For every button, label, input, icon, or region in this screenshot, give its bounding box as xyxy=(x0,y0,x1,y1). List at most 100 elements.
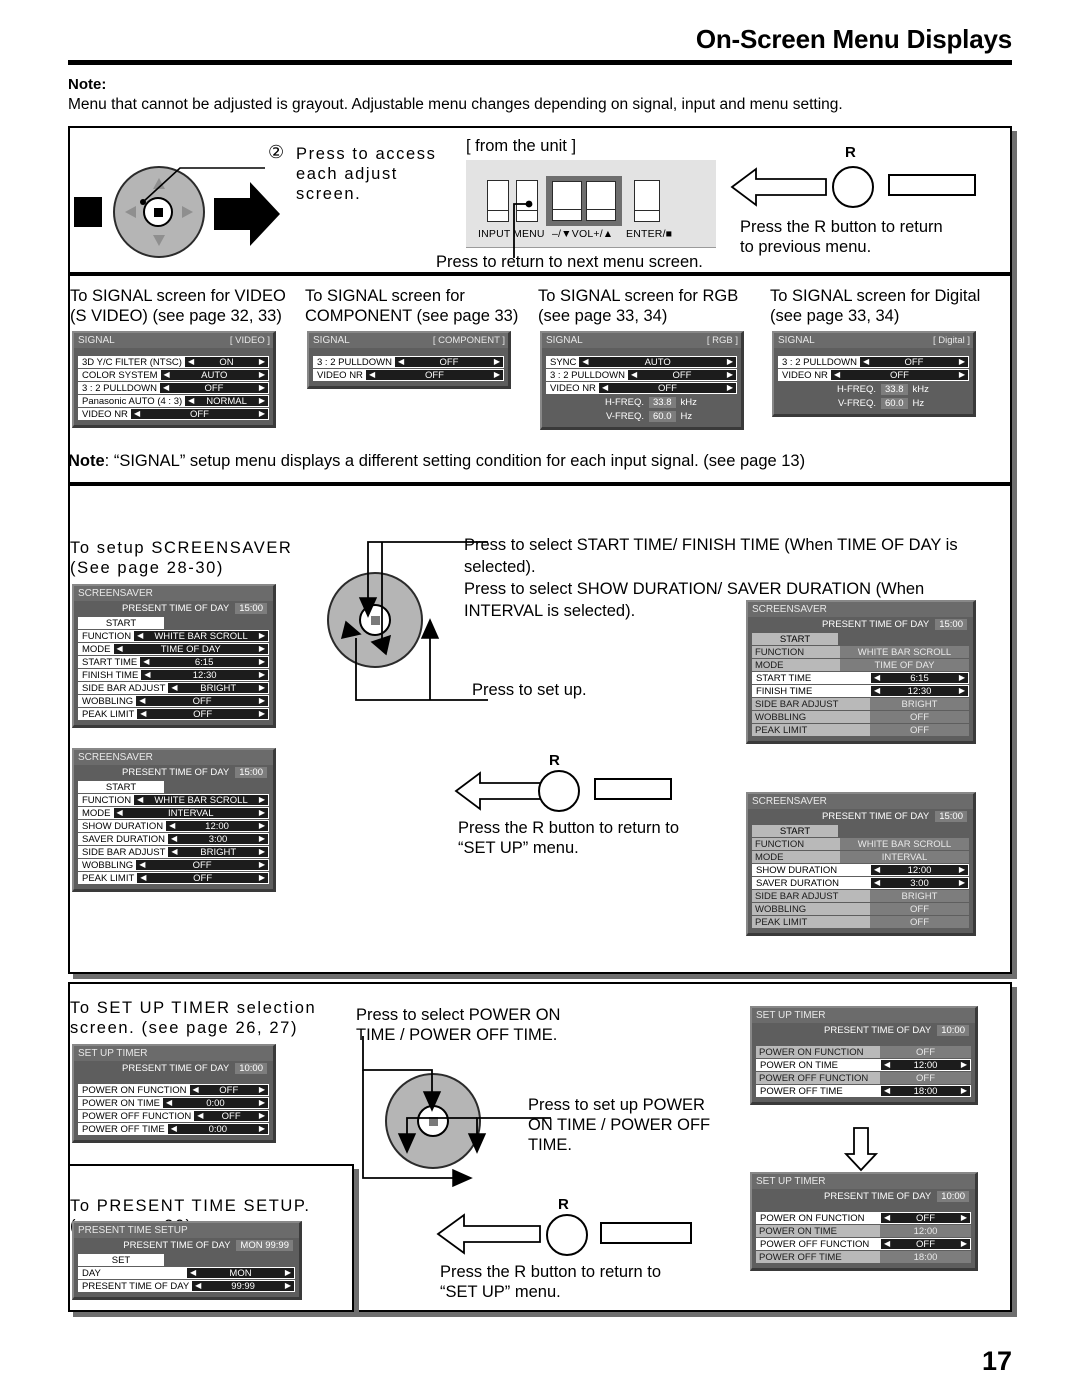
osd-row-value[interactable]: ◀ ON ▶ xyxy=(184,357,268,368)
osd-row[interactable]: POWER OFF FUNCTION◀OFF▶ xyxy=(78,1110,269,1122)
osd-row[interactable]: PEAK LIMIT◀OFF▶ xyxy=(752,724,969,736)
right-arrow-icon[interactable]: ▶ xyxy=(959,371,965,379)
osd-row[interactable]: MODE◀INTERVAL▶ xyxy=(78,807,269,819)
osd-row[interactable]: SIDE BAR ADJUST◀BRIGHT▶ xyxy=(752,890,969,902)
osd-row-value[interactable]: ◀OFF▶ xyxy=(137,873,268,884)
right-arrow-icon[interactable]: ▶ xyxy=(259,658,265,666)
osd-row-value[interactable]: ◀OFF▶ xyxy=(136,696,268,707)
right-arrow-icon[interactable]: ▶ xyxy=(961,1061,967,1069)
right-arrow-icon[interactable]: ▶ xyxy=(259,835,265,843)
osd-row[interactable]: POWER OFF TIME ◀ 0:00 ▶ xyxy=(78,1123,269,1135)
start-button[interactable]: START xyxy=(78,617,164,629)
osd-row[interactable]: POWER ON TIME◀12:00▶ xyxy=(756,1225,971,1237)
right-arrow-icon[interactable]: ▶ xyxy=(494,371,500,379)
osd-start-row[interactable]: START xyxy=(78,617,269,629)
osd-row-value[interactable]: ◀ 12:30 ▶ xyxy=(141,670,268,681)
osd-start-row[interactable]: START xyxy=(78,781,269,793)
osd-row[interactable]: VIDEO NR ◀ OFF ▶ xyxy=(546,382,737,394)
right-arrow-icon[interactable]: ▶ xyxy=(259,861,265,869)
osd-row[interactable]: PEAK LIMIT◀OFF▶ xyxy=(78,708,269,720)
osd-row[interactable]: POWER ON FUNCTION◀OFF▶ xyxy=(756,1212,971,1224)
osd-row[interactable]: VIDEO NR ◀ OFF ▶ xyxy=(778,369,969,381)
osd-row[interactable]: WOBBLING◀OFF▶ xyxy=(78,695,269,707)
osd-row[interactable]: 3 : 2 PULLDOWN ◀ OFF ▶ xyxy=(546,369,737,381)
osd-row[interactable]: SHOW DURATION ◀ 12:00 ▶ xyxy=(752,864,969,876)
osd-row-value[interactable]: ◀18:00▶ xyxy=(880,1251,971,1263)
right-arrow-icon[interactable]: ▶ xyxy=(259,371,265,379)
right-arrow-icon[interactable]: ▶ xyxy=(259,697,265,705)
r-button-top[interactable] xyxy=(832,166,874,208)
right-arrow-icon[interactable]: ▶ xyxy=(259,1086,265,1094)
right-arrow-icon[interactable]: ▶ xyxy=(259,384,265,392)
right-arrow-icon[interactable]: ▶ xyxy=(959,358,965,366)
osd-row[interactable]: MODE◀TIME OF DAY▶ xyxy=(752,659,969,671)
osd-row-value[interactable]: ◀OFF▶ xyxy=(880,1046,971,1058)
r-button-timer[interactable] xyxy=(546,1214,588,1256)
osd-row-value[interactable]: ◀OFF▶ xyxy=(881,1239,970,1250)
osd-row[interactable]: 3 : 2 PULLDOWN ◀ OFF ▶ xyxy=(778,356,969,368)
osd-row[interactable]: 3 : 2 PULLDOWN ◀ OFF ▶ xyxy=(78,382,269,394)
osd-row-value[interactable]: ◀OFF▶ xyxy=(870,916,969,928)
osd-row[interactable]: FUNCTION◀WHITE BAR SCROLL▶ xyxy=(752,646,969,658)
osd-row[interactable]: POWER OFF FUNCTION◀OFF▶ xyxy=(756,1072,971,1084)
osd-row[interactable]: WOBBLING◀OFF▶ xyxy=(752,711,969,723)
osd-row[interactable]: VIDEO NR ◀ OFF ▶ xyxy=(78,408,269,420)
osd-row-value[interactable]: ◀OFF▶ xyxy=(870,903,969,915)
right-arrow-icon[interactable]: ▶ xyxy=(961,1214,967,1222)
volume-up-button[interactable] xyxy=(586,181,616,221)
osd-row-value[interactable]: ◀OFF▶ xyxy=(159,383,268,394)
osd-row-value[interactable]: ◀OFF▶ xyxy=(194,1111,268,1122)
osd-row[interactable]: POWER ON FUNCTION◀OFF▶ xyxy=(78,1084,269,1096)
osd-row-value[interactable]: ◀OFF▶ xyxy=(189,1085,268,1096)
osd-row[interactable]: DAY ◀ MON ▶ xyxy=(78,1267,295,1279)
osd-row-value[interactable]: ◀ 6:15 ▶ xyxy=(871,673,968,684)
right-arrow-icon[interactable]: ▶ xyxy=(259,1125,265,1133)
osd-row[interactable]: FINISH TIME ◀ 12:30 ▶ xyxy=(752,685,969,697)
right-arrow-icon[interactable]: ▶ xyxy=(259,874,265,882)
osd-row[interactable]: PRESENT TIME OF DAY ◀ 99:99 ▶ xyxy=(78,1280,295,1292)
osd-row-value[interactable]: ◀ 0:00 ▶ xyxy=(162,1098,268,1109)
osd-row-value[interactable]: ◀OFF▶ xyxy=(881,1213,970,1224)
osd-row[interactable]: 3 : 2 PULLDOWN ◀ OFF ▶ xyxy=(313,356,504,368)
osd-row-value[interactable]: ◀BRIGHT▶ xyxy=(168,683,268,694)
osd-row-value[interactable]: ◀WHITE BAR SCROLL▶ xyxy=(840,838,969,850)
r-button-screensaver[interactable] xyxy=(538,770,580,812)
right-arrow-icon[interactable]: ▶ xyxy=(727,358,733,366)
osd-row[interactable]: FINISH TIME ◀ 12:30 ▶ xyxy=(78,669,269,681)
osd-row-value[interactable]: ◀WHITE BAR SCROLL▶ xyxy=(840,646,969,658)
right-arrow-icon[interactable]: ▶ xyxy=(259,410,265,418)
osd-row-value[interactable]: ◀OFF▶ xyxy=(137,709,268,720)
osd-row-value[interactable]: ◀OFF▶ xyxy=(830,370,968,381)
osd-row-value[interactable]: ◀ 6:15 ▶ xyxy=(140,657,268,668)
osd-row[interactable]: MODE◀TIME OF DAY▶ xyxy=(78,643,269,655)
osd-row-value[interactable]: ◀INTERVAL▶ xyxy=(840,851,969,863)
right-arrow-icon[interactable]: ▶ xyxy=(285,1269,291,1277)
set-button[interactable]: SET xyxy=(78,1254,164,1266)
osd-row-value[interactable]: ◀WHITE BAR SCROLL▶ xyxy=(134,631,268,642)
osd-row[interactable]: PEAK LIMIT◀OFF▶ xyxy=(752,916,969,928)
osd-row[interactable]: WOBBLING◀OFF▶ xyxy=(78,859,269,871)
start-button[interactable]: START xyxy=(78,781,164,793)
right-arrow-icon[interactable]: ▶ xyxy=(285,1282,291,1290)
osd-row[interactable]: VIDEO NR ◀ OFF ▶ xyxy=(313,369,504,381)
osd-row-value[interactable]: ◀OFF▶ xyxy=(870,711,969,723)
start-button[interactable]: START xyxy=(752,825,838,837)
start-button[interactable]: START xyxy=(752,633,838,645)
osd-row-value[interactable]: ◀INTERVAL▶ xyxy=(113,808,268,819)
osd-row[interactable]: SYNC ◀ AUTO ▶ xyxy=(546,356,737,368)
osd-row-value[interactable]: ◀ AUTO ▶ xyxy=(579,357,736,368)
osd-row[interactable]: MODE◀INTERVAL▶ xyxy=(752,851,969,863)
right-arrow-icon[interactable]: ▶ xyxy=(959,674,965,682)
osd-row[interactable]: POWER OFF TIME◀18:00▶ xyxy=(756,1251,971,1263)
right-arrow-icon[interactable]: ▶ xyxy=(259,848,265,856)
osd-row[interactable]: SAVER DURATION ◀ 3:00 ▶ xyxy=(78,833,269,845)
osd-row[interactable]: POWER OFF FUNCTION◀OFF▶ xyxy=(756,1238,971,1250)
osd-row[interactable]: FUNCTION◀WHITE BAR SCROLL▶ xyxy=(78,630,269,642)
osd-row[interactable]: 3D Y/C FILTER (NTSC) ◀ ON ▶ xyxy=(78,356,269,368)
right-arrow-icon[interactable]: ▶ xyxy=(961,1240,967,1248)
osd-row-value[interactable]: ◀OFF▶ xyxy=(627,370,736,381)
osd-row-value[interactable]: ◀OFF▶ xyxy=(880,1072,971,1084)
osd-start-row[interactable]: START xyxy=(752,825,969,837)
osd-row[interactable]: WOBBLING◀OFF▶ xyxy=(752,903,969,915)
right-arrow-icon[interactable]: ▶ xyxy=(959,687,965,695)
